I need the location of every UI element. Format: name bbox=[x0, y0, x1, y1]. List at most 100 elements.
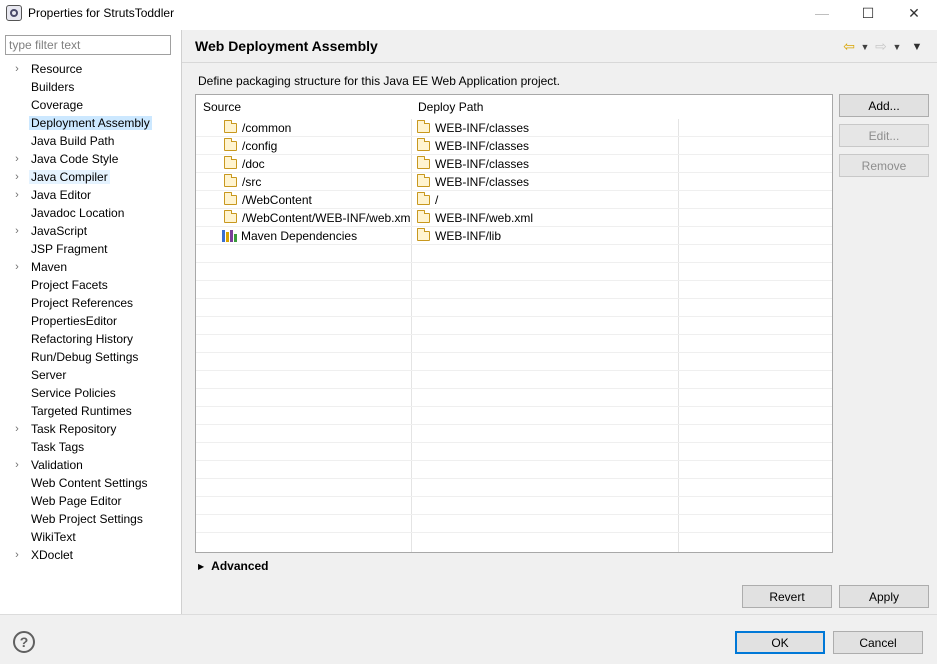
tree-item-task-repository[interactable]: › Task Repository bbox=[0, 420, 181, 438]
back-dropdown-icon[interactable]: ▼ bbox=[859, 42, 871, 52]
source-path: /WebContent bbox=[242, 192, 312, 207]
empty-table-row bbox=[196, 515, 832, 533]
apply-button[interactable]: Apply bbox=[839, 585, 929, 608]
tree-item-deployment-assembly[interactable]: Deployment Assembly bbox=[0, 114, 181, 132]
tree-item-refactoring-history[interactable]: Refactoring History bbox=[0, 330, 181, 348]
tree-item-service-policies[interactable]: Service Policies bbox=[0, 384, 181, 402]
table-row[interactable]: /WebContent/WEB-INF/web.xml WEB-INF/web.x… bbox=[196, 209, 832, 227]
deploy-path: WEB-INF/web.xml bbox=[435, 210, 534, 225]
tree-item-project-references[interactable]: Project References bbox=[0, 294, 181, 312]
chevron-right-icon[interactable]: › bbox=[12, 258, 22, 276]
back-arrow-icon[interactable]: ⇦ bbox=[841, 38, 857, 55]
remove-button[interactable]: Remove bbox=[839, 154, 929, 177]
tree-item-project-facets[interactable]: Project Facets bbox=[0, 276, 181, 294]
tree-item-label: XDoclet bbox=[31, 548, 74, 562]
ok-button[interactable]: OK bbox=[735, 631, 825, 654]
tree-item-validation[interactable]: › Validation bbox=[0, 456, 181, 474]
folder-icon bbox=[224, 174, 237, 187]
tree-item-run-debug-settings[interactable]: Run/Debug Settings bbox=[0, 348, 181, 366]
tree-item-label: Server bbox=[31, 368, 67, 382]
tree-item-label: Builders bbox=[31, 80, 75, 94]
table-header: ⌃ Source Deploy Path bbox=[196, 94, 832, 119]
tree-item-task-tags[interactable]: Task Tags bbox=[0, 438, 181, 456]
deploy-path-cell: WEB-INF/classes bbox=[417, 155, 675, 173]
empty-table-row bbox=[196, 371, 832, 389]
edit-button[interactable]: Edit... bbox=[839, 124, 929, 147]
tree-item-label: Coverage bbox=[31, 98, 84, 112]
table-row[interactable]: /doc WEB-INF/classes bbox=[196, 155, 832, 173]
revert-button[interactable]: Revert bbox=[742, 585, 832, 608]
folder-icon bbox=[417, 192, 430, 205]
tree-item-wikitext[interactable]: WikiText bbox=[0, 528, 181, 546]
tree-item-java-code-style[interactable]: › Java Code Style bbox=[0, 150, 181, 168]
tree-item-label: Javadoc Location bbox=[31, 206, 125, 220]
tree-item-coverage[interactable]: Coverage bbox=[0, 96, 181, 114]
tree-item-propertieseditor[interactable]: PropertiesEditor bbox=[0, 312, 181, 330]
help-icon[interactable]: ? bbox=[13, 631, 35, 653]
tree-item-targeted-runtimes[interactable]: Targeted Runtimes bbox=[0, 402, 181, 420]
empty-table-row bbox=[196, 407, 832, 425]
table-row[interactable]: /WebContent / bbox=[196, 191, 832, 209]
tree-item-javadoc-location[interactable]: Javadoc Location bbox=[0, 204, 181, 222]
cancel-button[interactable]: Cancel bbox=[833, 631, 923, 654]
folder-icon bbox=[224, 138, 237, 151]
forward-arrow-icon[interactable]: ⇨ bbox=[873, 38, 889, 55]
tree-item-java-editor[interactable]: › Java Editor bbox=[0, 186, 181, 204]
maximize-button[interactable]: ☐ bbox=[845, 0, 891, 26]
tree-item-web-project-settings[interactable]: Web Project Settings bbox=[0, 510, 181, 528]
tree-item-java-compiler[interactable]: › Java Compiler bbox=[0, 168, 181, 186]
chevron-right-icon[interactable]: › bbox=[12, 60, 22, 78]
tree-item-builders[interactable]: Builders bbox=[0, 78, 181, 96]
chevron-right-icon[interactable]: › bbox=[12, 546, 22, 564]
deploy-path-cell: WEB-INF/classes bbox=[417, 173, 675, 191]
tree-item-label: Validation bbox=[31, 458, 83, 472]
table-row[interactable]: /config WEB-INF/classes bbox=[196, 137, 832, 155]
chevron-right-icon[interactable]: › bbox=[12, 222, 22, 240]
chevron-right-icon[interactable]: › bbox=[12, 186, 22, 204]
source-path: /src bbox=[242, 174, 262, 189]
chevron-right-icon[interactable]: › bbox=[12, 456, 22, 474]
add-button[interactable]: Add... bbox=[839, 94, 929, 117]
empty-table-row bbox=[196, 245, 832, 263]
tree-item-javascript[interactable]: › JavaScript bbox=[0, 222, 181, 240]
tree-item-jsp-fragment[interactable]: JSP Fragment bbox=[0, 240, 181, 258]
tree-item-web-content-settings[interactable]: Web Content Settings bbox=[0, 474, 181, 492]
tree-item-label: Web Project Settings bbox=[31, 512, 143, 526]
tree-item-resource[interactable]: › Resource bbox=[0, 60, 181, 78]
table-row[interactable]: /common WEB-INF/classes bbox=[196, 119, 832, 137]
source-cell: /WebContent bbox=[224, 191, 410, 209]
source-path: Maven Dependencies bbox=[241, 228, 358, 243]
tree-item-maven[interactable]: › Maven bbox=[0, 258, 181, 276]
view-menu-icon[interactable]: ▼ bbox=[909, 41, 925, 53]
minimize-button[interactable]: — bbox=[799, 0, 845, 26]
tree-item-server[interactable]: Server bbox=[0, 366, 181, 384]
table-row[interactable]: /src WEB-INF/classes bbox=[196, 173, 832, 191]
folder-icon bbox=[417, 156, 430, 169]
column-header-deploy-path[interactable]: Deploy Path bbox=[418, 100, 483, 114]
tree-item-java-build-path[interactable]: Java Build Path bbox=[0, 132, 181, 150]
chevron-right-icon[interactable]: › bbox=[12, 150, 22, 168]
filter-input[interactable] bbox=[5, 35, 171, 55]
tree-item-label: Java Editor bbox=[31, 188, 92, 202]
chevron-right-icon[interactable]: › bbox=[12, 420, 22, 438]
source-cell: /src bbox=[224, 173, 410, 191]
chevron-right-icon[interactable]: › bbox=[12, 168, 22, 186]
deploy-path: WEB-INF/classes bbox=[435, 174, 530, 189]
empty-table-row bbox=[196, 497, 832, 515]
sort-ascending-icon: ⌃ bbox=[300, 94, 309, 102]
page-description: Define packaging structure for this Java… bbox=[198, 74, 560, 88]
column-header-source[interactable]: Source bbox=[203, 100, 241, 114]
eclipse-app-icon bbox=[6, 5, 22, 21]
tree-item-web-page-editor[interactable]: Web Page Editor bbox=[0, 492, 181, 510]
tree-item-label: Task Tags bbox=[31, 440, 85, 454]
property-pages-tree: › Resource Builders Coverage Deployment Asse… bbox=[0, 60, 181, 564]
advanced-section-toggle[interactable]: ▶ Advanced bbox=[198, 559, 269, 573]
close-button[interactable]: ✕ bbox=[891, 0, 937, 26]
forward-dropdown-icon[interactable]: ▼ bbox=[891, 42, 903, 52]
tree-item-xdoclet[interactable]: › XDoclet bbox=[0, 546, 181, 564]
folder-icon bbox=[417, 138, 430, 151]
deploy-path-cell: WEB-INF/classes bbox=[417, 119, 675, 137]
assembly-table[interactable]: ⌃ Source Deploy Path /common WEB-INF/clas… bbox=[195, 94, 833, 553]
source-cell: /config bbox=[224, 137, 410, 155]
table-row[interactable]: Maven Dependencies WEB-INF/lib bbox=[196, 227, 832, 245]
